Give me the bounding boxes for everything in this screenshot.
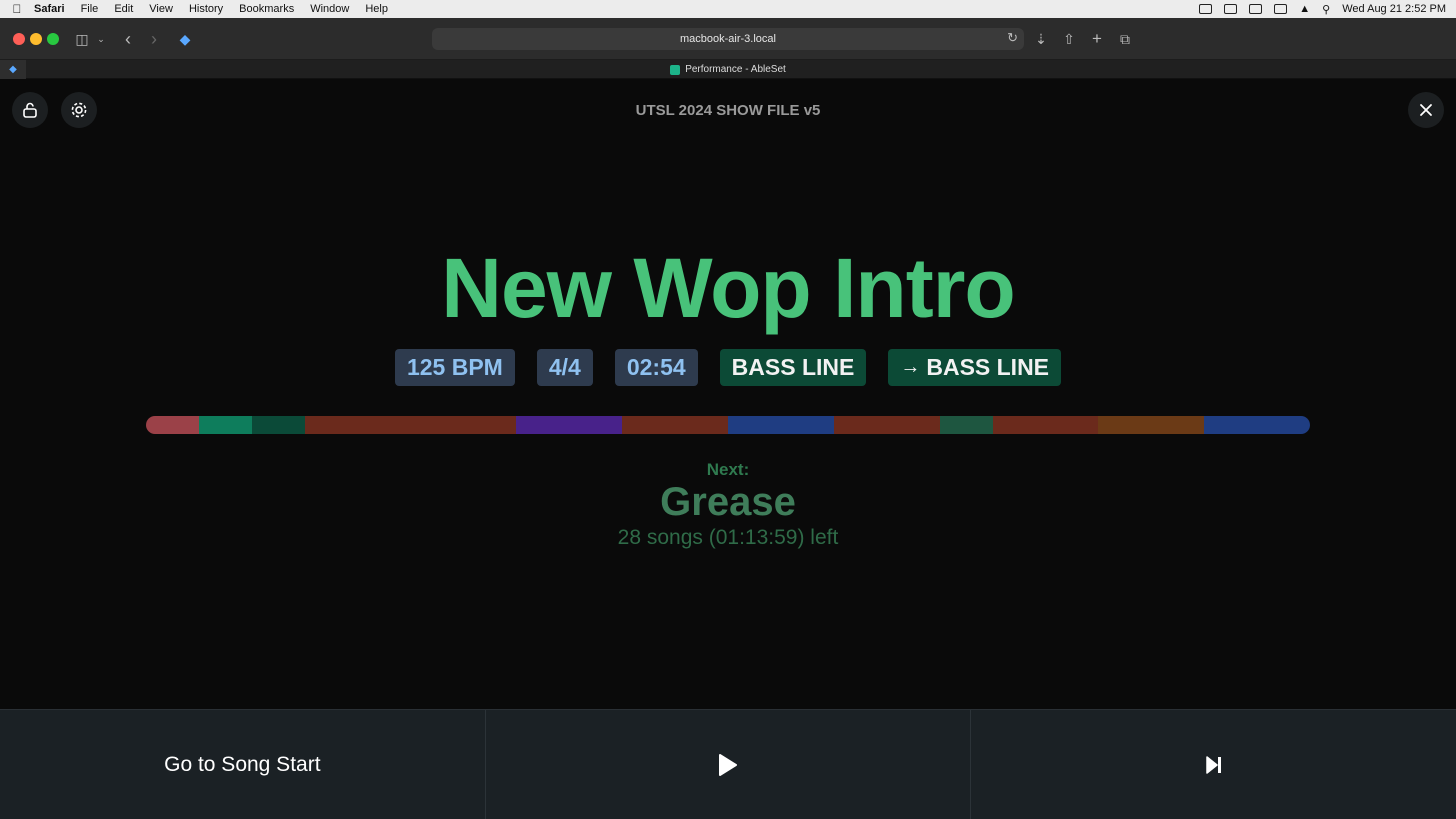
timeline-section[interactable] — [886, 416, 940, 434]
next-song-title: Grease — [660, 480, 796, 524]
menu-help[interactable]: Help — [365, 3, 388, 15]
chevron-down-icon[interactable]: ⌄ — [95, 29, 107, 49]
menu-clock[interactable]: Wed Aug 21 2:52 PM — [1342, 3, 1446, 15]
battery-icon[interactable] — [1274, 4, 1288, 14]
timeline-section[interactable] — [833, 416, 887, 434]
timeline-section[interactable] — [198, 416, 252, 434]
tab-bar: Performance - AbleSet ◆ — [0, 60, 1456, 79]
tab-overview-icon[interactable]: ⧉ — [1116, 29, 1134, 49]
address-bar[interactable]: macbook-air-3.local ↻ — [432, 28, 1024, 50]
go-to-song-start-label: Go to Song Start — [164, 752, 321, 776]
forward-icon[interactable]: › — [145, 29, 163, 49]
skip-forward-icon — [1205, 755, 1221, 774]
songs-remaining: 28 songs (01:13:59) left — [617, 526, 839, 549]
song-info-badges: 125 BPM 4/4 02:54 BASS LINE → BASS LINE — [0, 349, 1456, 386]
timeline-section[interactable] — [1204, 416, 1258, 434]
close-button[interactable] — [1408, 92, 1444, 128]
arrow-right-icon: → — [900, 356, 921, 378]
skip-next-button[interactable] — [970, 710, 1456, 819]
menu-bar:  Safari File Edit View History Bookmark… — [0, 0, 1456, 18]
timeline-section[interactable] — [1045, 416, 1099, 434]
timeline-section[interactable] — [675, 416, 728, 434]
reload-icon[interactable]: ↻ — [1007, 30, 1018, 46]
menu-file[interactable]: File — [81, 3, 99, 15]
close-window-button[interactable] — [13, 33, 25, 45]
timeline-section[interactable] — [1151, 416, 1205, 434]
minimize-window-button[interactable] — [30, 33, 42, 45]
go-to-song-start-button[interactable]: Go to Song Start — [0, 710, 485, 819]
song-timeline[interactable] — [146, 416, 1310, 434]
play-icon — [719, 753, 737, 776]
menu-bookmarks[interactable]: Bookmarks — [239, 3, 294, 15]
menu-history[interactable]: History — [189, 3, 223, 15]
time-signature-badge: 4/4 — [536, 349, 593, 386]
active-tab[interactable]: Performance - AbleSet — [0, 60, 1456, 79]
zoom-window-button[interactable] — [47, 33, 59, 45]
share-icon[interactable]: ⇧ — [1060, 29, 1078, 49]
pinned-tab[interactable]: ◆ — [0, 60, 26, 79]
bpm-badge: 125 BPM — [394, 349, 515, 386]
timeline-section[interactable] — [463, 416, 517, 434]
timeline-section[interactable] — [622, 416, 676, 434]
site-icon: ◆ — [179, 31, 191, 47]
timeline-section[interactable] — [939, 416, 993, 434]
next-label: Next: — [706, 460, 750, 479]
sidebar-icon[interactable]: ◫ — [73, 29, 91, 49]
status-icon[interactable] — [1224, 4, 1238, 14]
menu-window[interactable]: Window — [310, 3, 349, 15]
timeline-section[interactable] — [304, 416, 358, 434]
performance-view: UTSL 2024 SHOW FILE v5 New Wop Intro 125… — [0, 80, 1456, 819]
address-text: macbook-air-3.local — [680, 33, 776, 45]
play-button[interactable] — [484, 710, 971, 819]
timeline-section[interactable] — [1098, 416, 1152, 434]
status-icon[interactable] — [1199, 4, 1213, 14]
status-icon[interactable] — [1249, 4, 1263, 14]
browser-toolbar: ◫ ⌄ ‹ › ◆ macbook-air-3.local ↻ ⇣ ⇧ + ⧉ — [0, 18, 1456, 60]
duration-badge: 02:54 — [614, 349, 698, 386]
show-title: UTSL 2024 SHOW FILE v5 — [635, 102, 821, 119]
tab-favicon — [670, 64, 681, 75]
wifi-icon[interactable]: ▲ — [1299, 3, 1310, 15]
transport-controls: Go to Song Start — [0, 709, 1456, 819]
next-section-label: BASS LINE — [926, 354, 1050, 380]
search-icon[interactable]: ⚲ — [1322, 3, 1330, 16]
timeline-section[interactable] — [780, 416, 834, 434]
current-section-badge[interactable]: BASS LINE — [719, 349, 867, 386]
status-area: ▲ ⚲ Wed Aug 21 2:52 PM — [1199, 0, 1446, 18]
menu-app-name[interactable]: Safari — [34, 3, 65, 15]
close-icon — [1420, 104, 1432, 116]
apple-icon[interactable]:  — [0, 2, 34, 16]
timeline-section[interactable] — [251, 416, 305, 434]
timeline-section[interactable] — [992, 416, 1046, 434]
next-section-badge[interactable]: → BASS LINE — [888, 349, 1062, 386]
new-tab-icon[interactable]: + — [1088, 29, 1106, 49]
timeline-section[interactable] — [357, 416, 411, 434]
timeline-section[interactable] — [1257, 416, 1310, 434]
timeline-section[interactable] — [146, 416, 199, 434]
back-icon[interactable]: ‹ — [119, 29, 137, 49]
timeline-section[interactable] — [410, 416, 464, 434]
timeline-section[interactable] — [516, 416, 570, 434]
menu-view[interactable]: View — [149, 3, 173, 15]
download-icon[interactable]: ⇣ — [1032, 29, 1050, 49]
current-song-title: New Wop Intro — [441, 241, 1015, 335]
menu-edit[interactable]: Edit — [114, 3, 133, 15]
timeline-section[interactable] — [727, 416, 781, 434]
timeline-section[interactable] — [569, 416, 623, 434]
tab-title: Performance - AbleSet — [685, 64, 786, 75]
